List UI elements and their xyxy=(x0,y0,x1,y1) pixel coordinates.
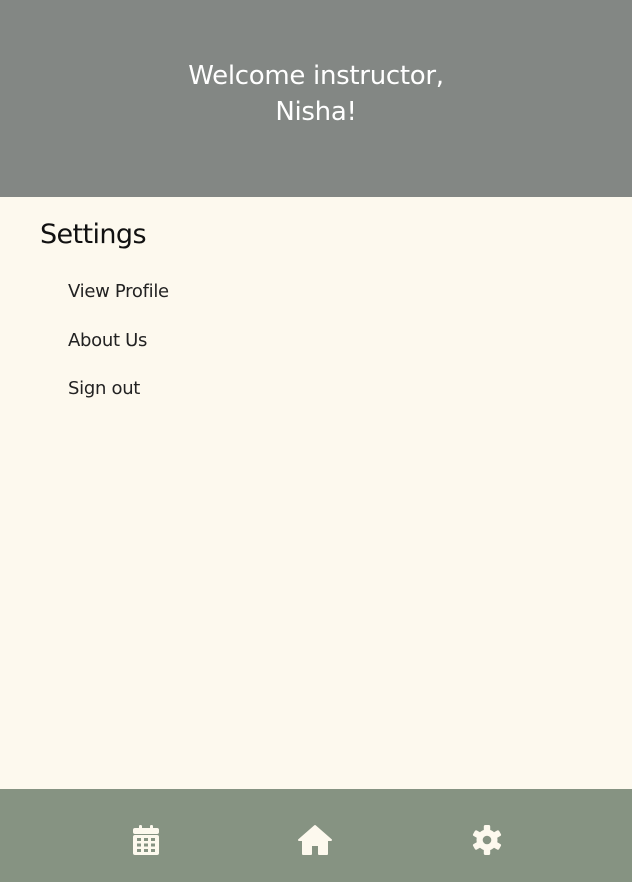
calendar-icon xyxy=(133,825,159,855)
home-nav-button[interactable] xyxy=(297,822,333,858)
page-title: Settings xyxy=(40,219,147,250)
view-profile-link[interactable]: View Profile xyxy=(68,281,169,330)
settings-menu: View Profile About Us Sign out xyxy=(68,281,169,427)
calendar-nav-button[interactable] xyxy=(128,822,164,858)
about-us-link[interactable]: About Us xyxy=(68,330,169,379)
sign-out-link[interactable]: Sign out xyxy=(68,378,169,427)
gear-icon xyxy=(472,825,502,855)
bottom-nav xyxy=(0,789,632,882)
welcome-message: Welcome instructor, Nisha! xyxy=(188,60,444,127)
settings-panel: Settings View Profile About Us Sign out xyxy=(0,197,632,789)
welcome-header: Welcome instructor, Nisha! xyxy=(0,0,632,197)
home-icon xyxy=(298,825,332,855)
settings-nav-button[interactable] xyxy=(469,822,505,858)
